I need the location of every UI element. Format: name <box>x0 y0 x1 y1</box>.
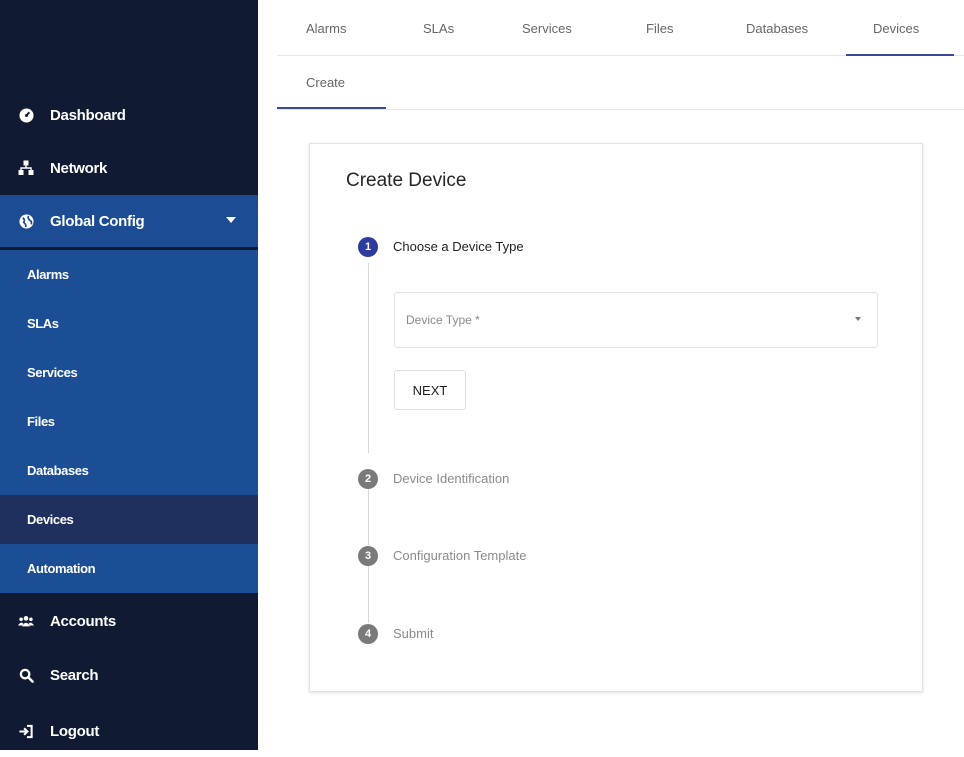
step-1-label[interactable]: Choose a Device Type <box>393 239 524 254</box>
sidebar: Dashboard Network Global Config Alarms S… <box>0 0 258 750</box>
nav-dashboard[interactable]: Dashboard <box>0 89 258 141</box>
nav-logout-label: Logout <box>50 722 100 740</box>
next-button[interactable]: NEXT <box>394 370 466 410</box>
submenu-databases-label: Databases <box>27 463 89 478</box>
device-type-placeholder: Device Type * <box>406 313 480 327</box>
step-3-label[interactable]: Configuration Template <box>393 548 526 563</box>
nav-search-label: Search <box>50 666 99 684</box>
globe-icon <box>18 213 34 229</box>
active-tab-indicator <box>846 54 954 56</box>
card-title: Create Device <box>346 170 467 191</box>
accounts-icon <box>18 613 34 629</box>
dashboard-icon <box>18 107 34 123</box>
network-icon <box>18 160 34 176</box>
tab-files[interactable]: Files <box>646 21 673 36</box>
step-4-label[interactable]: Submit <box>393 626 433 641</box>
submenu-alarms-label: Alarms <box>27 267 69 282</box>
nav-network-label: Network <box>50 159 108 177</box>
search-icon <box>18 667 34 683</box>
step-2-label[interactable]: Device Identification <box>393 471 509 486</box>
stepper-connector <box>368 566 369 623</box>
submenu-files-label: Files <box>27 414 55 429</box>
submenu-devices-label: Devices <box>27 512 74 527</box>
tab-services[interactable]: Services <box>522 21 572 36</box>
active-subtab-indicator <box>277 107 386 109</box>
tab-create[interactable]: Create <box>306 75 345 90</box>
submenu-slas-label: SLAs <box>27 316 59 331</box>
nav-dashboard-label: Dashboard <box>50 106 126 124</box>
step-3-number: 3 <box>358 546 378 566</box>
logout-icon <box>18 723 34 739</box>
submenu-devices[interactable]: Devices <box>0 495 258 544</box>
nav-global-config[interactable]: Global Config <box>0 195 258 247</box>
nav-search[interactable]: Search <box>0 649 258 701</box>
submenu-automation-label: Automation <box>27 561 96 576</box>
dropdown-arrow-icon <box>855 317 861 321</box>
tab-devices[interactable]: Devices <box>873 21 919 36</box>
submenu-services[interactable]: Services <box>0 348 258 397</box>
tab-databases[interactable]: Databases <box>746 21 808 36</box>
stepper-connector <box>368 263 369 453</box>
step-2-number: 2 <box>358 469 378 489</box>
step-1-number: 1 <box>358 237 378 257</box>
submenu-services-label: Services <box>27 365 78 380</box>
tab-alarms[interactable]: Alarms <box>306 21 346 36</box>
submenu-files[interactable]: Files <box>0 397 258 446</box>
nav-accounts[interactable]: Accounts <box>0 595 258 647</box>
nav-logout[interactable]: Logout <box>0 705 258 757</box>
subtabs-divider <box>277 109 964 110</box>
nav-global-config-label: Global Config <box>50 212 145 230</box>
submenu-databases[interactable]: Databases <box>0 446 258 495</box>
create-device-card: Create Device 1 Choose a Device Type Dev… <box>309 143 923 692</box>
chevron-down-icon <box>226 217 236 223</box>
submenu-automation[interactable]: Automation <box>0 544 258 593</box>
nav-accounts-label: Accounts <box>50 612 116 630</box>
step-4-number: 4 <box>358 624 378 644</box>
nav-network[interactable]: Network <box>0 142 258 194</box>
submenu-slas[interactable]: SLAs <box>0 299 258 348</box>
tab-slas[interactable]: SLAs <box>423 21 454 36</box>
stepper-connector <box>368 489 369 545</box>
device-type-select[interactable]: Device Type * <box>394 292 878 348</box>
submenu-alarms[interactable]: Alarms <box>0 250 258 299</box>
